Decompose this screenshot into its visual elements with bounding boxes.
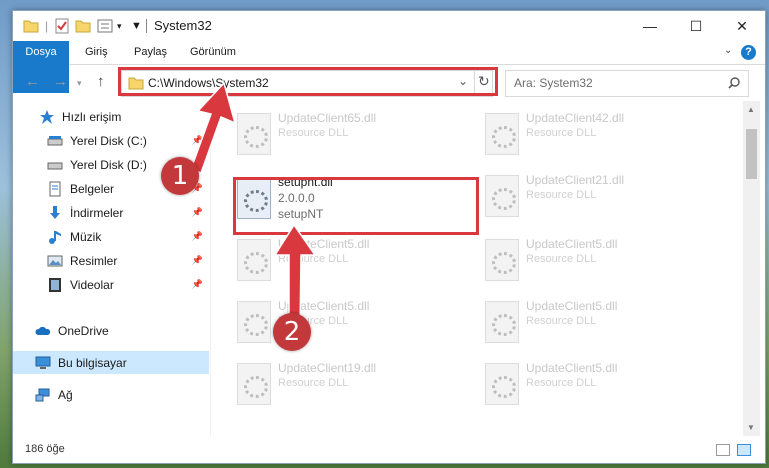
arrow-1: [190, 81, 237, 174]
explorer-window: | ▾ ▼ System32 — ☐ ✕ Dosya Giriş Paylaş …: [12, 10, 766, 464]
step-2-badge: 2: [273, 313, 311, 351]
step-1-badge: 1: [161, 157, 199, 195]
annotation-arrows: [190, 81, 317, 334]
